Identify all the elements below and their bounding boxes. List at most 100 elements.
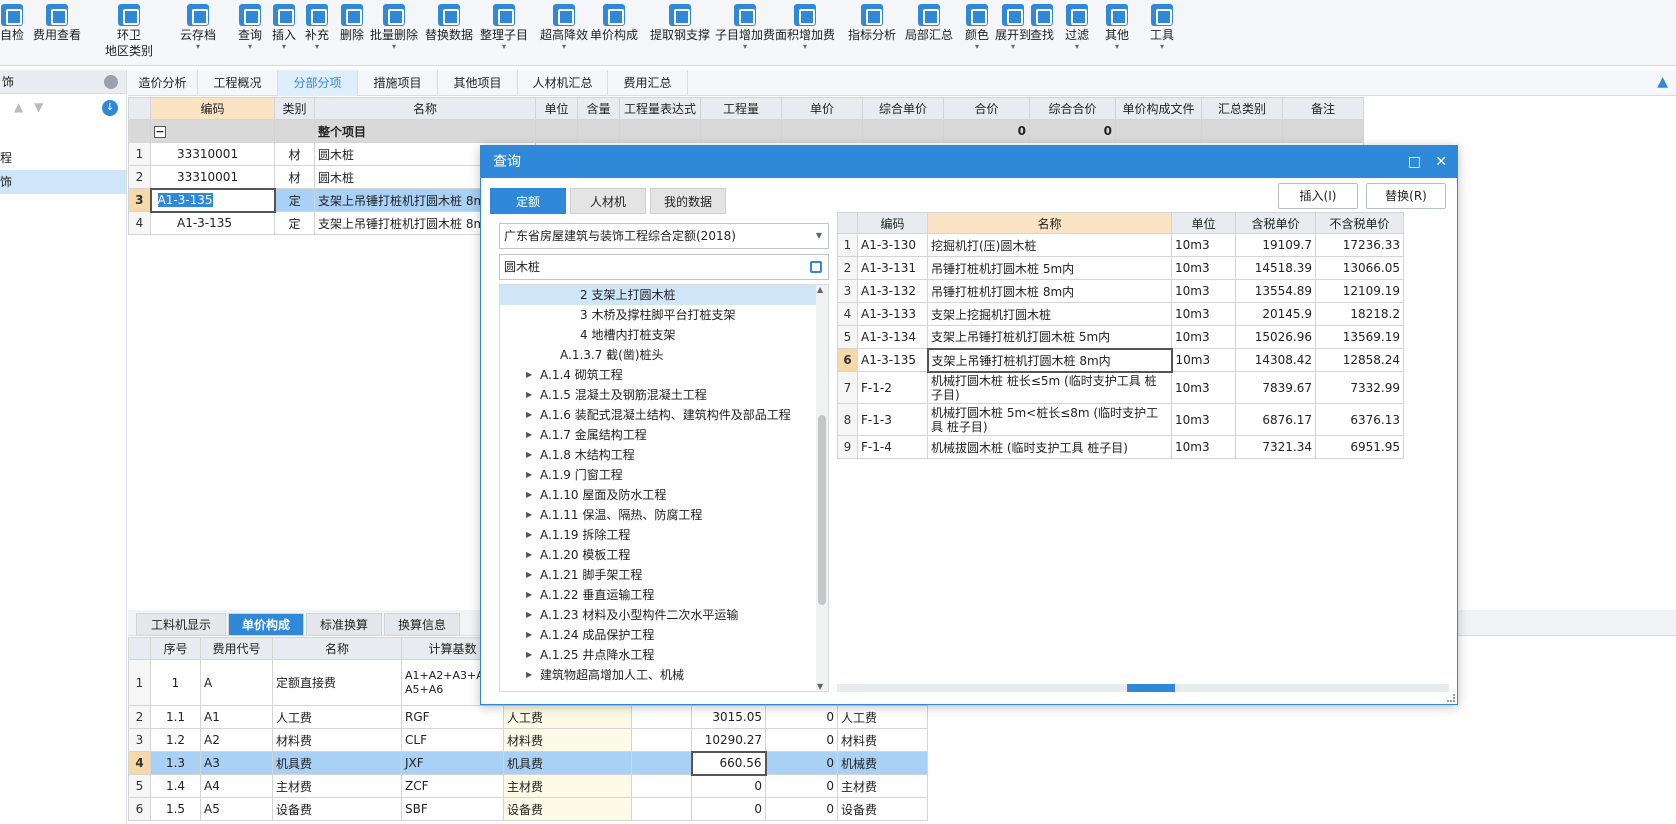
cell-category[interactable]: 人工费 <box>837 705 928 729</box>
cell-notax-price[interactable]: 18218.2 <box>1315 302 1404 326</box>
cell-tax-price[interactable]: 6876.17 <box>1235 403 1316 436</box>
ribbon-button-8[interactable]: 批量删除 ▾ <box>370 2 418 51</box>
cell-value[interactable]: 0 <box>765 705 838 729</box>
scroll-down-icon[interactable]: ▼ <box>817 682 823 691</box>
cell-type[interactable]: 材 <box>274 142 315 166</box>
cell-notax-price[interactable]: 13569.19 <box>1315 325 1404 349</box>
cell-name[interactable]: 主材费 <box>272 774 402 798</box>
expand-toggle[interactable]: − <box>150 119 275 143</box>
expand-arrow-icon[interactable]: ▶ <box>526 585 532 605</box>
cell-value[interactable]: 660.56 <box>690 750 767 776</box>
cell-value[interactable]: 0 <box>691 797 766 821</box>
cell-base-name[interactable]: 人工费 <box>503 705 632 729</box>
table-row-selected[interactable]: 4 1.3 A3 机具费 JXF 机具费 660.56 0 机械费 <box>128 750 928 776</box>
hscroll-thumb[interactable] <box>1127 684 1175 692</box>
cell-code[interactable]: A2 <box>200 728 273 752</box>
ribbon-button-20[interactable]: 查找 <box>1030 2 1054 43</box>
cell-value[interactable]: 0 <box>765 751 838 775</box>
cell-unit[interactable]: 10m3 <box>1171 403 1236 436</box>
tree-node[interactable]: A.1.3.7 截(凿)桩头 <box>500 345 828 365</box>
expand-arrow-icon[interactable]: ▶ <box>526 645 532 665</box>
result-row[interactable]: 1 A1-3-130 挖掘机打(压)圆木桩 10m3 19109.7 17236.33 <box>837 233 1404 257</box>
ribbon-button-9[interactable]: 替换数据 <box>425 2 473 43</box>
search-input[interactable]: 圆木桩 <box>499 254 829 280</box>
cell-notax-price[interactable]: 13066.05 <box>1315 256 1404 280</box>
tree-node[interactable]: 3 木桥及撑柱脚平台打桩支架 <box>500 305 828 325</box>
cell-notax-price[interactable]: 12109.19 <box>1315 279 1404 303</box>
tab-labor-material[interactable]: 人材机 <box>570 188 646 214</box>
ribbon-button-14[interactable]: 子目增加费 ▾ <box>715 2 775 51</box>
col-header[interactable]: 名称 <box>927 212 1172 234</box>
tree-node[interactable]: ▶ A.1.11 保温、隔热、防腐工程 <box>500 505 828 525</box>
tree-node[interactable]: ▶ A.1.9 门窗工程 <box>500 465 828 485</box>
cell-tax-price[interactable]: 13554.89 <box>1235 279 1316 303</box>
cell-base[interactable]: RGF <box>401 705 504 729</box>
tab-quota[interactable]: 定额 <box>490 188 566 214</box>
cell-tax-price[interactable]: 15026.96 <box>1235 325 1316 349</box>
cell-code[interactable]: A1-3-132 <box>857 279 928 303</box>
expand-arrow-icon[interactable]: ▶ <box>526 545 532 565</box>
tab-unit-price-composition[interactable]: 单价构成 <box>228 613 304 636</box>
ribbon-button-1[interactable]: 费用查看 <box>33 2 81 43</box>
cell-unit[interactable]: 10m3 <box>1171 302 1236 326</box>
tree-node[interactable]: 2 支架上打圆木桩 <box>500 285 828 305</box>
col-header[interactable]: 名称 <box>272 637 402 660</box>
move-up-icon[interactable]: ▲ <box>14 100 23 114</box>
cell-name[interactable]: 材料费 <box>272 728 402 752</box>
cell-tax-price[interactable]: 20145.9 <box>1235 302 1316 326</box>
ribbon-button-0[interactable]: 自检 <box>0 2 24 43</box>
summary-row[interactable]: − 整个项目 0 0 <box>128 119 1364 143</box>
cell-type[interactable]: 定 <box>274 188 315 212</box>
maximize-icon[interactable]: □ <box>1408 146 1421 178</box>
tree-node[interactable]: ▶ A.1.24 成品保护工程 <box>500 625 828 645</box>
cell-value[interactable]: 0 <box>765 774 838 798</box>
cell-notax-price[interactable]: 17236.33 <box>1315 233 1404 257</box>
expand-arrow-icon[interactable]: ▶ <box>526 605 532 625</box>
cell-unit[interactable]: 10m3 <box>1171 233 1236 257</box>
cell-name[interactable]: 支架上挖掘机打圆木桩 <box>927 302 1172 326</box>
cell-seq[interactable]: 1.5 <box>150 797 201 821</box>
result-row[interactable]: 5 A1-3-134 支架上吊锤打桩机打圆木桩 5m内 10m3 15026.96 135… <box>837 325 1404 349</box>
cell-unit[interactable]: 10m3 <box>1171 348 1236 372</box>
cell-name[interactable]: 吊锤打桩机打圆木桩 5m内 <box>927 256 1172 280</box>
insert-button[interactable]: 插入(I) <box>1278 183 1358 209</box>
cell-type[interactable]: 定 <box>274 211 315 235</box>
cell-notax-price[interactable]: 6376.13 <box>1315 403 1404 436</box>
col-header[interactable]: 工程量表达式 <box>619 97 701 120</box>
result-row[interactable]: 7 F-1-2 机械打圆木桩 桩长≤5m (临时支护工具 桩子目) 10m3 7839.… <box>837 371 1404 404</box>
cell-tax-price[interactable]: 14518.39 <box>1235 256 1316 280</box>
tree-node[interactable]: ▶ A.1.22 垂直运输工程 <box>500 585 828 605</box>
results-hscroll[interactable] <box>837 684 1449 692</box>
ribbon-button-17[interactable]: 局部汇总 <box>905 2 953 43</box>
dialog-title-bar[interactable]: 查询 □ ✕ <box>481 146 1457 178</box>
replace-button[interactable]: 替换(R) <box>1366 183 1446 209</box>
ribbon-button-15[interactable]: 面积增加费 ▾ <box>775 2 835 51</box>
cell-base[interactable]: JXF <box>401 751 504 775</box>
cell-tax-price[interactable]: 7839.67 <box>1235 371 1316 404</box>
cell-unit[interactable]: 10m3 <box>1171 279 1236 303</box>
ribbon-button-10[interactable]: 整理子目 ▾ <box>480 2 528 51</box>
download-icon[interactable]: ↓ <box>102 100 118 116</box>
left-item[interactable] <box>0 122 126 146</box>
table-row[interactable]: 5 1.4 A4 主材费 ZCF 主材费 0 0 主材费 <box>128 774 928 798</box>
cell-name[interactable]: 人工费 <box>272 705 402 729</box>
ribbon-button-2[interactable]: 环卫 地区类别 <box>105 2 153 59</box>
expand-arrow-icon[interactable]: ▶ <box>526 565 532 585</box>
cell-code[interactable]: A4 <box>200 774 273 798</box>
move-down-icon[interactable]: ▼ <box>34 100 43 114</box>
cell-name[interactable]: 机械拔圆木桩 (临时支护工具 桩子目) <box>927 435 1172 459</box>
cell-value[interactable]: 0 <box>691 774 766 798</box>
expand-arrow-icon[interactable]: ▶ <box>526 625 532 645</box>
tab-fee-summary[interactable]: 费用汇总 <box>608 70 688 96</box>
cell-category[interactable]: 主材费 <box>837 774 928 798</box>
tab-measures[interactable]: 措施项目 <box>358 70 438 96</box>
cell-type[interactable]: 材 <box>274 165 315 189</box>
tree-node[interactable]: ▶ A.1.10 屋面及防水工程 <box>500 485 828 505</box>
expand-arrow-icon[interactable]: ▶ <box>526 485 532 505</box>
tab-project-overview[interactable]: 工程概况 <box>198 70 278 96</box>
ribbon-button-23[interactable]: 工具 ▾ <box>1150 2 1174 51</box>
cell-base-name[interactable]: 材料费 <box>503 728 632 752</box>
col-header[interactable]: 不含税单价 <box>1315 212 1404 234</box>
left-item[interactable]: 饰 <box>0 170 126 194</box>
result-row[interactable]: 4 A1-3-133 支架上挖掘机打圆木桩 10m3 20145.9 18218.2 <box>837 302 1404 326</box>
